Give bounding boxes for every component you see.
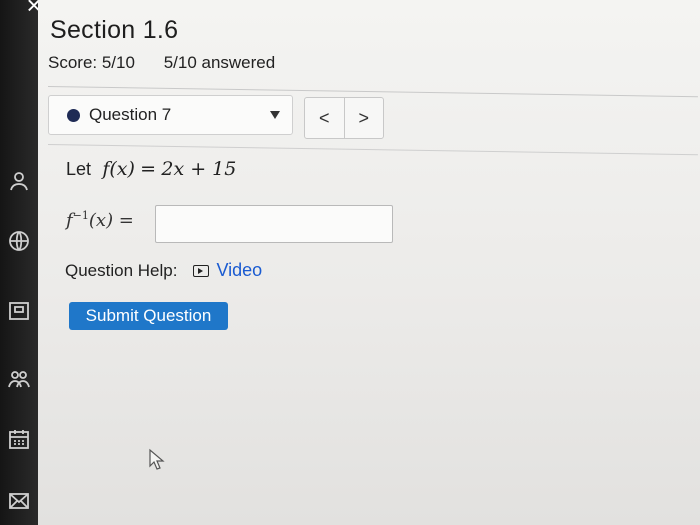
prompt-let: Let — [66, 159, 92, 179]
question-help-label: Question Help: — [65, 260, 178, 280]
question-select[interactable]: Question 7 — [48, 95, 293, 135]
divider — [47, 144, 698, 156]
inverse-arg: (x) = — [88, 210, 134, 231]
question-nav-group: < > — [304, 97, 384, 139]
previous-question-button[interactable]: < — [305, 98, 344, 138]
mail-icon[interactable] — [6, 488, 32, 514]
status-dot-icon — [67, 108, 80, 122]
question-prompt: Let f(x) = 2x + 15 — [66, 158, 236, 181]
globe-icon[interactable] — [6, 228, 32, 254]
user-icon[interactable] — [6, 168, 32, 194]
prompt-function-lhs: f(x) — [102, 158, 135, 180]
question-help: Question Help: Video — [65, 260, 262, 281]
answer-label: f−1(x) = — [66, 209, 134, 231]
video-link-label: Video — [216, 260, 263, 280]
video-play-icon — [193, 264, 210, 277]
question-select-value: Question 7 — [89, 105, 172, 124]
submit-question-button[interactable]: Submit Question — [69, 302, 228, 330]
gradebook-icon[interactable] — [6, 298, 32, 324]
score-text: Score: 5/10 — [48, 53, 135, 72]
caret-down-icon — [270, 111, 280, 119]
prompt-equals: = — [140, 158, 157, 180]
question-page: Section 1.6 Score: 5/10 5/10 answered Qu… — [38, 0, 700, 525]
people-icon[interactable] — [6, 366, 32, 392]
next-question-button[interactable]: > — [343, 98, 384, 138]
video-link[interactable]: Video — [193, 260, 262, 281]
calendar-icon[interactable] — [6, 426, 32, 452]
prompt-function-rhs: 2x + 15 — [161, 158, 237, 180]
inverse-base: f — [66, 210, 73, 231]
score-summary: Score: 5/10 5/10 answered — [48, 53, 299, 73]
left-nav-rail — [0, 0, 38, 525]
answer-input[interactable] — [155, 205, 393, 243]
page-title: Section 1.6 — [50, 16, 179, 44]
mouse-cursor-icon — [147, 448, 167, 472]
inverse-exponent: −1 — [72, 209, 89, 222]
answered-text: 5/10 answered — [163, 53, 276, 72]
